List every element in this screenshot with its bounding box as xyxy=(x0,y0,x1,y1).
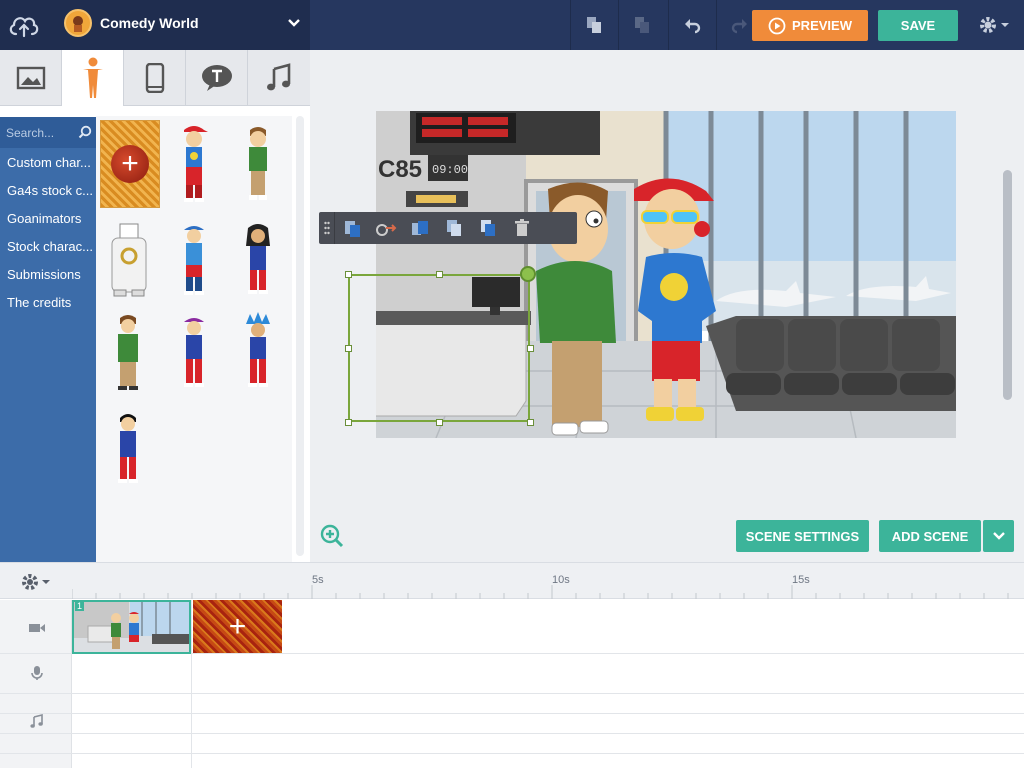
preview-label: PREVIEW xyxy=(792,18,852,33)
selection-box[interactable] xyxy=(348,274,530,422)
chevron-down-icon xyxy=(992,532,1005,540)
timeline-divider xyxy=(191,600,192,768)
tab-backgrounds[interactable] xyxy=(0,50,62,106)
play-circle-icon xyxy=(768,17,786,34)
stage-scrollbar[interactable] xyxy=(1003,170,1012,400)
person-icon xyxy=(82,57,103,98)
category-ga4s-stock[interactable]: Ga4s stock c... xyxy=(7,183,93,198)
preview-button[interactable]: PREVIEW xyxy=(752,10,868,41)
tab-text[interactable] xyxy=(186,50,248,106)
character-thumb-green-suit[interactable] xyxy=(104,310,156,394)
add-scene-dropdown[interactable] xyxy=(983,520,1014,552)
resize-handle-se[interactable] xyxy=(527,419,534,426)
track-sound-1 xyxy=(0,694,1024,714)
resize-handle-e[interactable] xyxy=(527,345,534,352)
undo-icon[interactable] xyxy=(668,0,714,50)
object-toolbar xyxy=(319,212,577,244)
delete-trash-icon[interactable] xyxy=(505,212,539,244)
board-time-text: 09:00 xyxy=(432,163,468,177)
search-icon[interactable] xyxy=(78,125,92,144)
track-sound-2 xyxy=(0,714,1024,734)
character-grid-scrollbar[interactable] xyxy=(296,116,304,556)
zoom-in-icon[interactable] xyxy=(320,524,344,548)
timeline: 5s 10s 15s xyxy=(0,562,1024,768)
category-goanimators[interactable]: Goanimators xyxy=(7,211,93,226)
video-camera-icon[interactable] xyxy=(28,621,46,639)
character-thumb-white-jacket[interactable] xyxy=(104,218,156,300)
music-note-icon[interactable] xyxy=(30,713,44,733)
tab-characters[interactable] xyxy=(62,50,124,106)
search-input[interactable] xyxy=(6,125,72,140)
timeline-ruler[interactable]: 5s 10s 15s xyxy=(72,571,1024,599)
copy-icon[interactable] xyxy=(471,212,505,244)
duplicate-icon[interactable] xyxy=(437,212,471,244)
character-thumb-dreadlocks[interactable] xyxy=(230,220,292,300)
cloud-upload-icon[interactable] xyxy=(6,9,42,41)
timeline-settings-gear-icon[interactable] xyxy=(20,573,52,596)
resize-handle-s[interactable] xyxy=(436,419,443,426)
add-scene-button[interactable]: ADD SCENE xyxy=(879,520,981,552)
plus-icon: + xyxy=(111,145,149,183)
save-button[interactable]: SAVE xyxy=(878,10,958,41)
theme-title[interactable]: Comedy World xyxy=(100,15,199,31)
tick-label-15s: 15s xyxy=(792,574,810,586)
character-thumb-red-cap[interactable] xyxy=(166,120,228,206)
microphone-icon[interactable] xyxy=(31,665,43,686)
tick-label-10s: 10s xyxy=(552,574,570,586)
category-stock-characters[interactable]: Stock charac... xyxy=(7,239,93,254)
character-thumb-black-hair[interactable] xyxy=(104,408,156,490)
gate-number-text: C85 xyxy=(378,156,422,183)
create-character-button[interactable]: + xyxy=(100,120,160,208)
track-voice xyxy=(0,654,1024,694)
copy-scene-icon[interactable] xyxy=(570,0,616,50)
character-thumb-green-hoodie[interactable] xyxy=(230,120,292,206)
swap-icon[interactable] xyxy=(335,212,369,244)
scene-number: 1 xyxy=(75,601,85,611)
asset-tabs xyxy=(0,50,310,106)
scene-settings-button[interactable]: SCENE SETTINGS xyxy=(736,520,869,552)
category-the-credits[interactable]: The credits xyxy=(7,295,93,310)
category-custom-characters[interactable]: Custom char... xyxy=(7,155,93,170)
drag-handle-icon[interactable] xyxy=(319,212,335,244)
speech-bubble-icon xyxy=(201,64,232,91)
rotate-handle[interactable] xyxy=(520,266,536,282)
theme-avatar[interactable] xyxy=(64,9,92,37)
tick-label-5s: 5s xyxy=(312,574,324,586)
image-icon xyxy=(16,66,45,89)
resize-handle-w[interactable] xyxy=(345,345,352,352)
add-scene-timeline-button[interactable]: + xyxy=(193,600,282,653)
tab-music[interactable] xyxy=(248,50,310,106)
scene-thumbnail-1[interactable]: 1 xyxy=(72,600,191,654)
category-sidebar: Custom char... Ga4s stock c... Goanimato… xyxy=(0,117,96,562)
character-thumb-blue-cap[interactable] xyxy=(166,220,228,300)
motion-icon[interactable] xyxy=(369,212,403,244)
timeline-header: 5s 10s 15s xyxy=(0,562,1024,599)
paste-scene-icon[interactable] xyxy=(618,0,664,50)
character-thumb-blue-hair[interactable] xyxy=(230,312,292,394)
bring-forward-icon[interactable] xyxy=(403,212,437,244)
search-box xyxy=(0,117,96,148)
music-note-icon xyxy=(267,62,291,90)
tab-props[interactable] xyxy=(124,50,186,106)
resize-handle-nw[interactable] xyxy=(345,271,352,278)
settings-gear-icon[interactable] xyxy=(974,12,1014,38)
character-thumb-purple-cap[interactable] xyxy=(166,312,228,394)
resize-handle-n[interactable] xyxy=(436,271,443,278)
track-sound-3 xyxy=(0,734,1024,754)
phone-icon xyxy=(145,62,164,93)
chevron-down-icon[interactable] xyxy=(286,15,302,31)
resize-handle-sw[interactable] xyxy=(345,419,352,426)
top-bar: Comedy World PREVIEW SAVE xyxy=(0,0,1024,50)
plus-icon: + xyxy=(228,609,247,643)
category-submissions[interactable]: Submissions xyxy=(7,267,93,282)
